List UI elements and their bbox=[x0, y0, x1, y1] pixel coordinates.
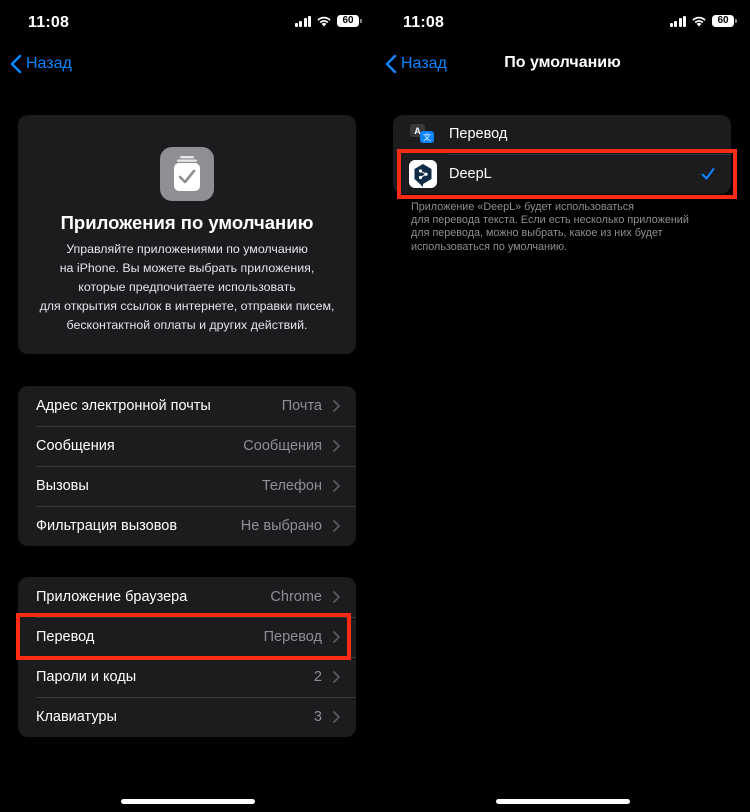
hero-description: Управляйте приложениями по умолчанию на … bbox=[39, 242, 335, 332]
chevron-left-icon bbox=[10, 54, 22, 74]
chevron-right-icon bbox=[333, 400, 340, 412]
row-translation[interactable]: Перевод Перевод bbox=[18, 617, 356, 657]
option-translate[interactable]: A 文 Перевод bbox=[393, 115, 731, 153]
signal-icon bbox=[669, 15, 686, 27]
battery-icon: 60 bbox=[712, 15, 737, 27]
row-email[interactable]: Адрес электронной почты Почта bbox=[18, 386, 356, 426]
row-messages[interactable]: Сообщения Сообщения bbox=[18, 426, 356, 466]
row-browser[interactable]: Приложение браузера Chrome bbox=[18, 577, 356, 617]
translation-app-options: A 文 Перевод DeepL bbox=[393, 115, 731, 194]
translate-app-icon: A 文 bbox=[409, 122, 435, 151]
chevron-right-icon bbox=[333, 591, 340, 603]
chevron-right-icon bbox=[333, 711, 340, 723]
wifi-icon bbox=[317, 16, 331, 27]
chevron-right-icon bbox=[333, 520, 340, 532]
status-bar: 11:08 60 bbox=[375, 0, 750, 44]
chevron-right-icon bbox=[333, 631, 340, 643]
chevron-right-icon bbox=[333, 480, 340, 492]
page-title: По умолчанию bbox=[504, 54, 621, 71]
translation-default-screen: 11:08 60 Назад По умолчанию A 文 Перевод … bbox=[375, 0, 750, 812]
hero-title: Приложения по умолчанию bbox=[60, 212, 314, 233]
back-label: Назад bbox=[26, 55, 72, 72]
option-deepl[interactable]: DeepL bbox=[393, 154, 731, 194]
communication-apps-group: Адрес электронной почты Почта Сообщения … bbox=[18, 386, 356, 546]
row-call-filtering[interactable]: Фильтрация вызовов Не выбрано bbox=[18, 506, 356, 546]
option-translate-label: Перевод bbox=[449, 126, 508, 142]
wifi-icon bbox=[692, 16, 706, 27]
status-time: 11:08 bbox=[28, 14, 70, 31]
status-time: 11:08 bbox=[403, 14, 445, 31]
default-apps-screen: 11:08 60 Назад Приложения по умолчанию У… bbox=[0, 0, 375, 812]
default-apps-icon bbox=[160, 147, 214, 201]
nav-bar: Назад bbox=[0, 44, 375, 84]
home-indicator[interactable] bbox=[121, 799, 255, 804]
checkmark-icon bbox=[701, 168, 715, 180]
signal-icon bbox=[294, 15, 311, 27]
nav-bar: Назад По умолчанию bbox=[375, 44, 750, 84]
footnote: Приложение «DeepL» будет использоваться … bbox=[411, 201, 689, 253]
battery-icon: 60 bbox=[337, 15, 362, 27]
option-deepl-label: DeepL bbox=[449, 166, 492, 182]
home-indicator[interactable] bbox=[496, 799, 630, 804]
row-calls[interactable]: Вызовы Телефон bbox=[18, 466, 356, 506]
svg-text:文: 文 bbox=[423, 132, 431, 142]
back-button[interactable]: Назад bbox=[10, 50, 72, 78]
deepl-app-icon bbox=[409, 160, 437, 193]
other-apps-group: Приложение браузера Chrome Перевод Перев… bbox=[18, 577, 356, 737]
chevron-right-icon bbox=[333, 671, 340, 683]
status-bar: 11:08 60 bbox=[0, 0, 375, 44]
row-keyboards[interactable]: Клавиатуры 3 bbox=[18, 697, 356, 737]
chevron-right-icon bbox=[333, 440, 340, 452]
row-passwords[interactable]: Пароли и коды 2 bbox=[18, 657, 356, 697]
default-apps-header-card: Приложения по умолчанию Управляйте прило… bbox=[18, 115, 356, 354]
